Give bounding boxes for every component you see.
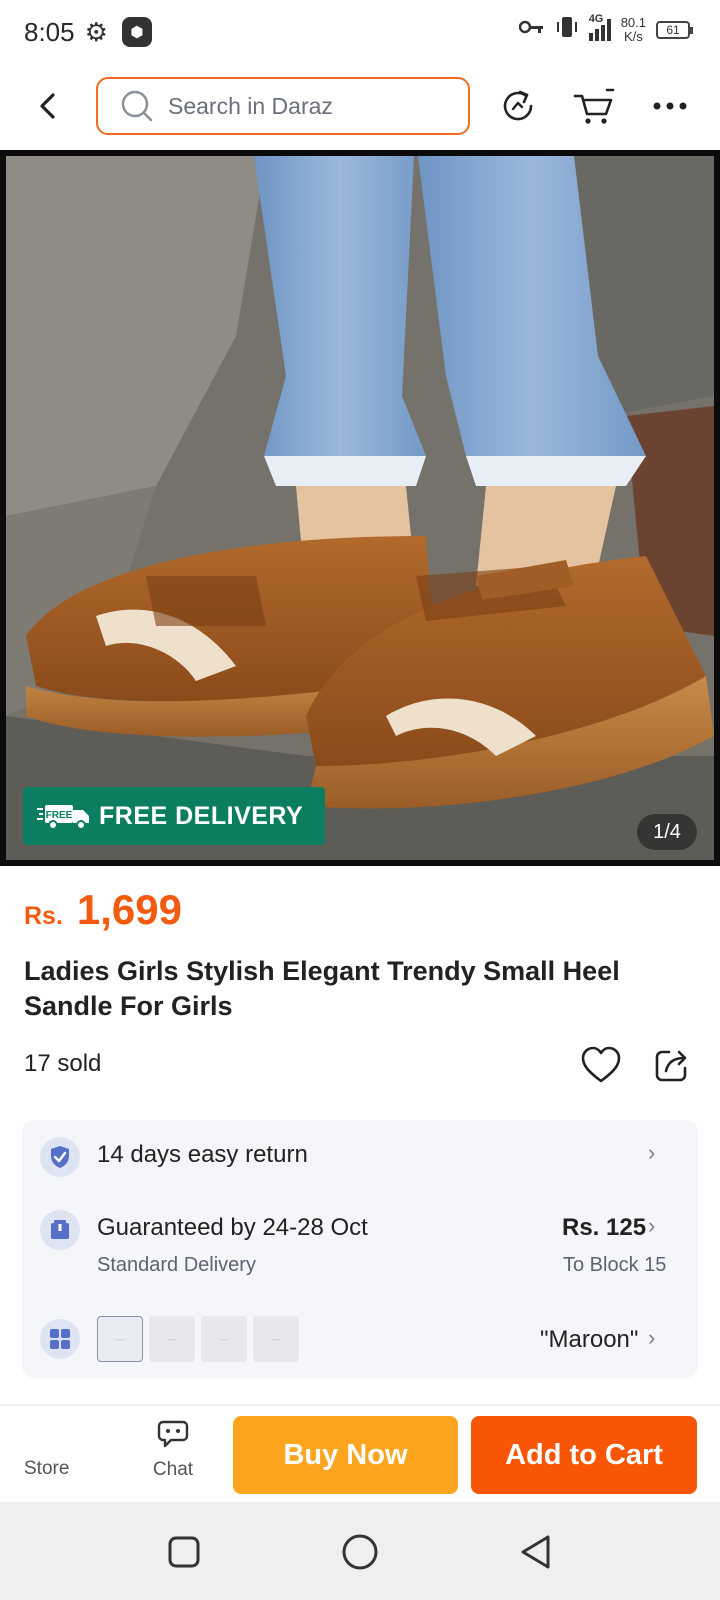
image-counter: 1/4 bbox=[637, 814, 697, 850]
delivery-guarantee[interactable]: Guaranteed by 24-28 Oct bbox=[97, 1214, 368, 1242]
price-currency: Rs. bbox=[24, 902, 63, 930]
network-speed-unit: K/s bbox=[623, 28, 643, 44]
top-nav: Search in Daraz bbox=[0, 64, 720, 150]
back-nav-button[interactable] bbox=[514, 1530, 558, 1574]
store-tab[interactable]: Store bbox=[24, 1458, 69, 1480]
chevron-right-icon[interactable]: › bbox=[648, 1325, 655, 1351]
more-icon bbox=[653, 102, 687, 110]
package-icon bbox=[40, 1210, 80, 1250]
more-button[interactable] bbox=[648, 84, 692, 128]
chevron-right-icon[interactable]: › bbox=[648, 1140, 655, 1166]
share-button[interactable] bbox=[652, 1045, 692, 1085]
refresh-button[interactable] bbox=[496, 84, 540, 128]
chevron-right-icon[interactable]: › bbox=[648, 1213, 655, 1239]
back-icon bbox=[40, 93, 55, 119]
free-delivery-badge: FREE FREE DELIVERY bbox=[23, 787, 325, 845]
delivery-truck-icon: FREE bbox=[37, 801, 91, 831]
price-amount: 1,699 bbox=[76, 886, 183, 933]
chat-tab[interactable]: Chat bbox=[148, 1416, 198, 1481]
battery-level: 61 bbox=[666, 22, 680, 37]
cart-icon bbox=[573, 88, 615, 124]
refresh-icon bbox=[503, 90, 533, 121]
delivery-fee: Rs. 125 bbox=[562, 1214, 647, 1241]
signal-icon: 4G bbox=[588, 13, 611, 41]
home-button[interactable] bbox=[338, 1530, 382, 1574]
variant-swatch[interactable]: — bbox=[149, 1316, 195, 1362]
back-button[interactable] bbox=[30, 86, 66, 126]
product-image-gallery[interactable] bbox=[0, 150, 720, 866]
android-navigation-bar bbox=[0, 1502, 720, 1600]
settings-gear-icon: ⚙ bbox=[84, 16, 108, 47]
search-placeholder: Search in Daraz bbox=[168, 92, 333, 119]
free-delivery-label: FREE DELIVERY bbox=[99, 801, 304, 830]
heart-icon bbox=[581, 1046, 621, 1083]
status-indicators: 4G 80.1 K/s 61 bbox=[518, 13, 693, 45]
shield-check-icon bbox=[40, 1137, 80, 1177]
status-bar: 8:05 ⚙ ⬢ 4G 80.1 K/s 61 bbox=[0, 0, 720, 64]
network-speed: 80.1 K/s bbox=[620, 14, 646, 44]
cart-button[interactable] bbox=[572, 84, 616, 128]
product-info-card: 14 days easy return › Guaranteed by 24-2… bbox=[22, 1120, 698, 1378]
wishlist-button[interactable] bbox=[580, 1045, 622, 1087]
share-icon bbox=[655, 1050, 687, 1082]
status-time: 8:05 bbox=[24, 16, 75, 47]
variant-swatch[interactable]: — bbox=[97, 1316, 143, 1362]
search-icon bbox=[121, 90, 153, 122]
add-to-cart-button[interactable]: Add to Cart bbox=[471, 1416, 697, 1494]
square-icon bbox=[168, 1536, 200, 1568]
triangle-back-icon bbox=[521, 1535, 550, 1569]
sold-count: 17 sold bbox=[24, 1050, 102, 1077]
vpn-key-icon: ⬢ bbox=[121, 17, 152, 47]
chat-label: Chat bbox=[152, 1459, 194, 1480]
key-icon bbox=[518, 19, 545, 40]
product-price: Rs. 1,699 bbox=[24, 886, 182, 934]
delivery-location: To Block 15 bbox=[563, 1254, 667, 1276]
variant-swatch[interactable]: — bbox=[253, 1316, 299, 1362]
vibrate-icon bbox=[555, 14, 579, 45]
store-label: Store bbox=[24, 1458, 70, 1479]
circle-icon bbox=[342, 1534, 378, 1570]
truck-label: FREE bbox=[46, 810, 73, 821]
bottom-action-bar: Store Chat Buy Now Add to Cart bbox=[0, 1406, 720, 1502]
chat-icon bbox=[157, 1420, 189, 1448]
selected-variant[interactable]: "Maroon" bbox=[540, 1326, 638, 1354]
product-title: Ladies Girls Stylish Elegant Trendy Smal… bbox=[24, 956, 620, 1021]
network-type-label: 4G bbox=[588, 12, 604, 25]
delivery-type: Standard Delivery bbox=[97, 1254, 256, 1276]
battery-icon: 61 bbox=[656, 20, 693, 39]
easy-return-label[interactable]: 14 days easy return bbox=[97, 1141, 308, 1169]
product-photo bbox=[6, 156, 714, 860]
buy-now-button[interactable]: Buy Now bbox=[233, 1416, 458, 1494]
search-input[interactable]: Search in Daraz bbox=[96, 77, 470, 135]
variants-grid-icon bbox=[40, 1319, 80, 1359]
recent-apps-button[interactable] bbox=[162, 1530, 206, 1574]
variant-swatch[interactable]: — bbox=[201, 1316, 247, 1362]
network-speed-value: 80.1 bbox=[620, 14, 646, 30]
